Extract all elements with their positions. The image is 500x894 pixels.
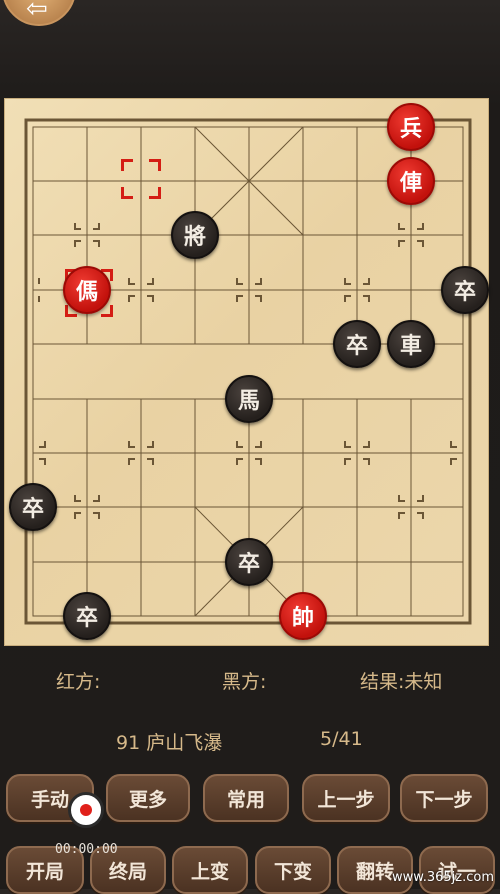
prev-step-button[interactable]: 上一步 — [302, 774, 390, 822]
chess-board[interactable]: 兵 俥 將 傌 卒 卒 車 馬 卒 卒 卒 帥 — [4, 98, 489, 646]
top-bar: ⇦ — [0, 0, 500, 90]
next-variation-button[interactable]: 下变 — [255, 846, 331, 894]
piece-black-jiang[interactable]: 將 — [171, 211, 219, 259]
piece-red-bing[interactable]: 兵 — [387, 103, 435, 151]
record-timer: 00:00:00 — [55, 842, 118, 857]
black-player-label: 黑方: — [222, 671, 267, 693]
puzzle-title: 91 庐山飞瀑 — [116, 732, 223, 754]
selection-marker — [121, 159, 161, 199]
prev-variation-button[interactable]: 上变 — [172, 846, 248, 894]
piece-black-zu[interactable]: 卒 — [63, 592, 111, 640]
piece-black-ju[interactable]: 車 — [387, 320, 435, 368]
piece-black-zu[interactable]: 卒 — [333, 320, 381, 368]
common-button[interactable]: 常用 — [203, 774, 289, 822]
watermark: www.365jz.com — [392, 870, 494, 885]
piece-black-ma[interactable]: 馬 — [225, 375, 273, 423]
piece-red-shuai[interactable]: 帥 — [279, 592, 327, 640]
piece-red-ju[interactable]: 俥 — [387, 157, 435, 205]
next-step-button[interactable]: 下一步 — [400, 774, 488, 822]
move-progress: 5/41 — [320, 728, 363, 750]
red-player-label: 红方: — [56, 671, 101, 693]
more-button[interactable]: 更多 — [106, 774, 190, 822]
piece-black-zu-edge[interactable]: 卒 — [441, 266, 489, 314]
piece-red-ma[interactable]: 傌 — [63, 266, 111, 314]
result-label: 结果:未知 — [360, 671, 443, 693]
record-dot-icon — [80, 804, 92, 816]
back-arrow-icon: ⇦ — [26, 0, 48, 24]
piece-black-zu[interactable]: 卒 — [9, 483, 57, 531]
back-button[interactable]: ⇦ — [2, 0, 76, 26]
record-button[interactable] — [68, 792, 104, 828]
piece-black-zu[interactable]: 卒 — [225, 538, 273, 586]
